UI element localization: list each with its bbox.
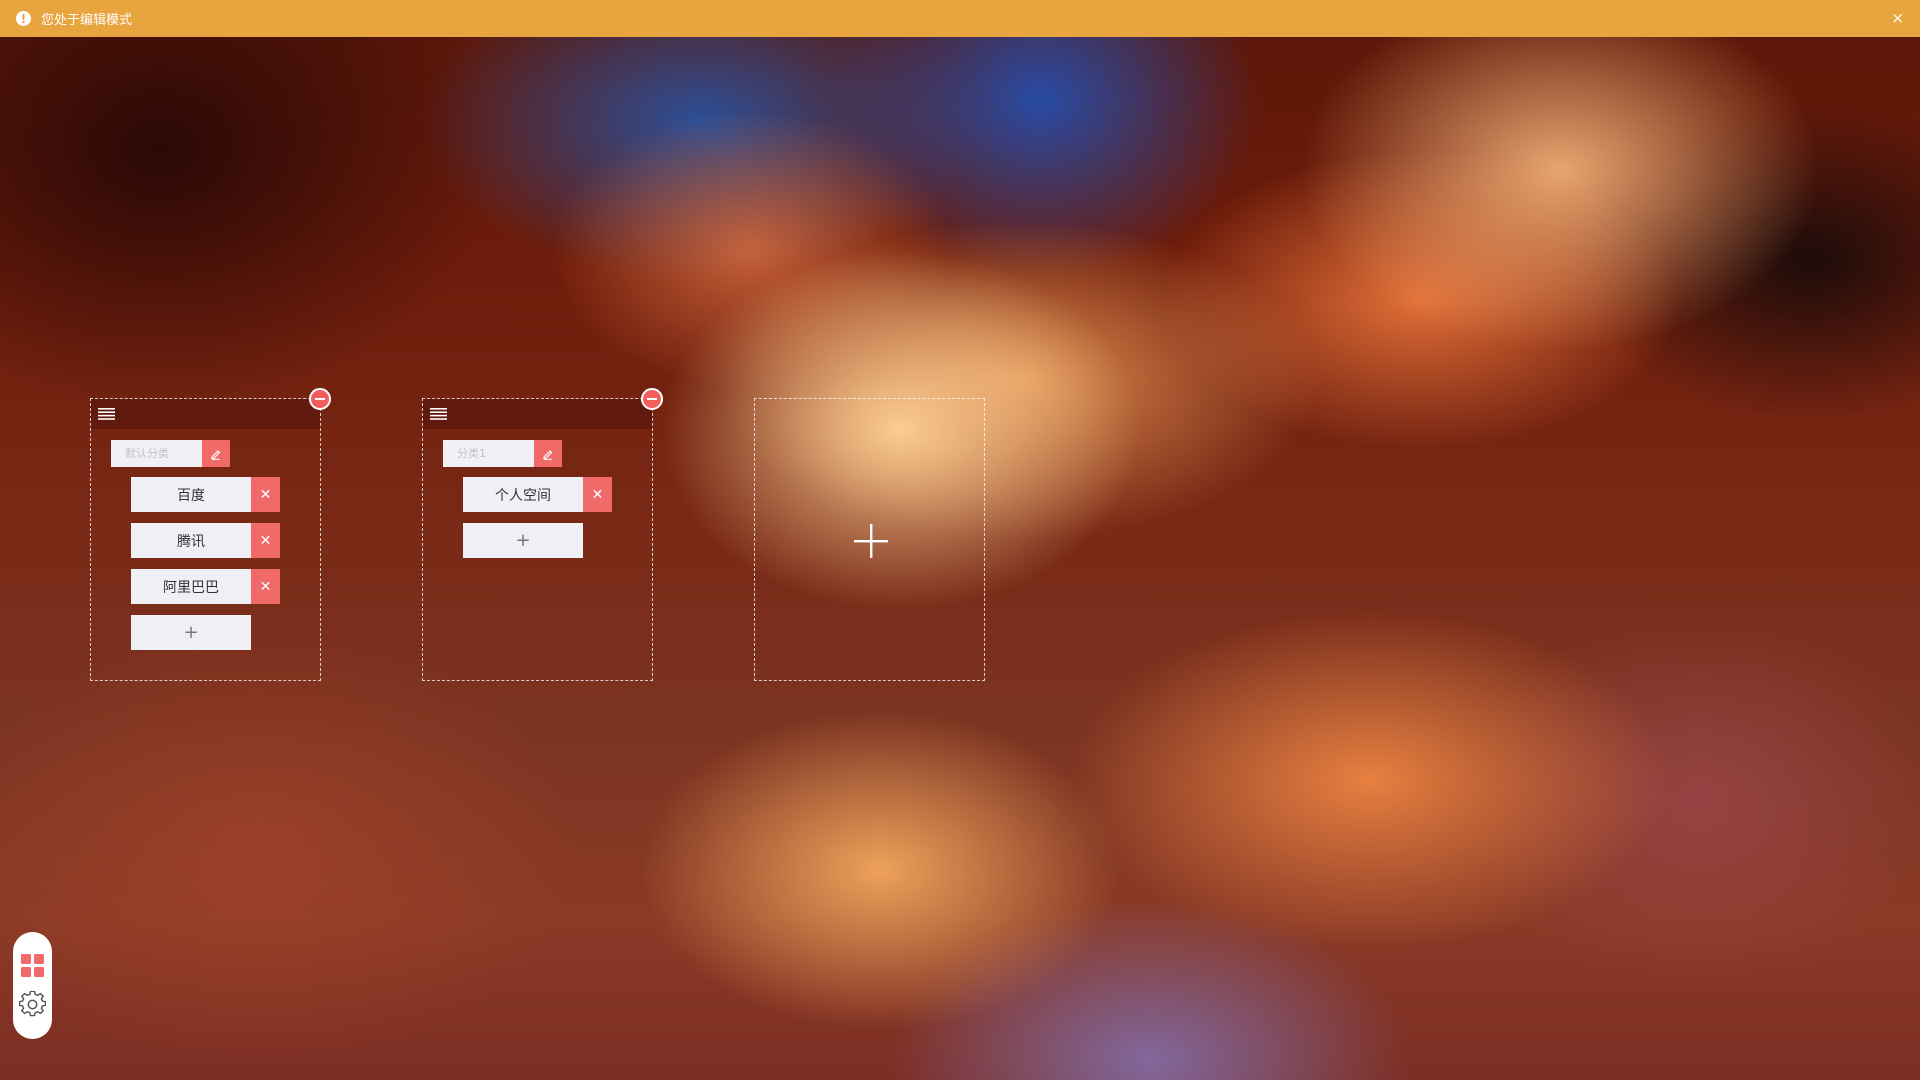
site-item: 腾讯 ✕ [131, 523, 280, 558]
edit-category-button[interactable] [534, 440, 562, 467]
site-item: 百度 ✕ [131, 477, 280, 512]
edit-mode-banner: ! 您处于编辑模式 × [0, 0, 1920, 37]
site-link-baidu[interactable]: 百度 [131, 477, 251, 512]
add-site-button[interactable]: + [463, 523, 583, 558]
site-item: 个人空间 ✕ [463, 477, 612, 512]
remove-group-button[interactable] [309, 388, 331, 410]
pencil-icon [543, 449, 553, 460]
apps-grid-icon[interactable] [21, 954, 44, 977]
plus-icon [854, 524, 888, 558]
delete-site-button[interactable]: ✕ [251, 569, 280, 604]
category-name-row [111, 440, 230, 467]
category-name-input[interactable] [111, 440, 202, 467]
group-drag-handle[interactable] [423, 399, 652, 429]
add-group-button[interactable] [754, 398, 985, 681]
pencil-icon [211, 449, 221, 460]
site-link-alibaba[interactable]: 阿里巴巴 [131, 569, 251, 604]
category-group-1: 个人空间 ✕ + [422, 388, 663, 681]
category-name-row [443, 440, 562, 467]
site-item: 阿里巴巴 ✕ [131, 569, 280, 604]
side-dock [13, 932, 52, 1039]
category-name-input[interactable] [443, 440, 534, 467]
site-link-personal-space[interactable]: 个人空间 [463, 477, 583, 512]
edit-mode-message: 您处于编辑模式 [41, 13, 133, 28]
menu-lines-icon [430, 408, 447, 420]
menu-lines-icon [98, 408, 115, 420]
delete-site-button[interactable]: ✕ [251, 477, 280, 512]
site-link-tencent[interactable]: 腾讯 [131, 523, 251, 558]
delete-site-button[interactable]: ✕ [251, 523, 280, 558]
add-site-button[interactable]: + [131, 615, 251, 650]
category-group-default: 百度 ✕ 腾讯 ✕ 阿里巴巴 ✕ + [90, 388, 331, 681]
gear-icon[interactable] [19, 991, 46, 1018]
close-banner-button[interactable]: × [1891, 9, 1904, 27]
exclamation-circle-icon: ! [16, 11, 31, 26]
remove-group-button[interactable] [641, 388, 663, 410]
group-drag-handle[interactable] [91, 399, 320, 429]
delete-site-button[interactable]: ✕ [583, 477, 612, 512]
edit-category-button[interactable] [202, 440, 230, 467]
